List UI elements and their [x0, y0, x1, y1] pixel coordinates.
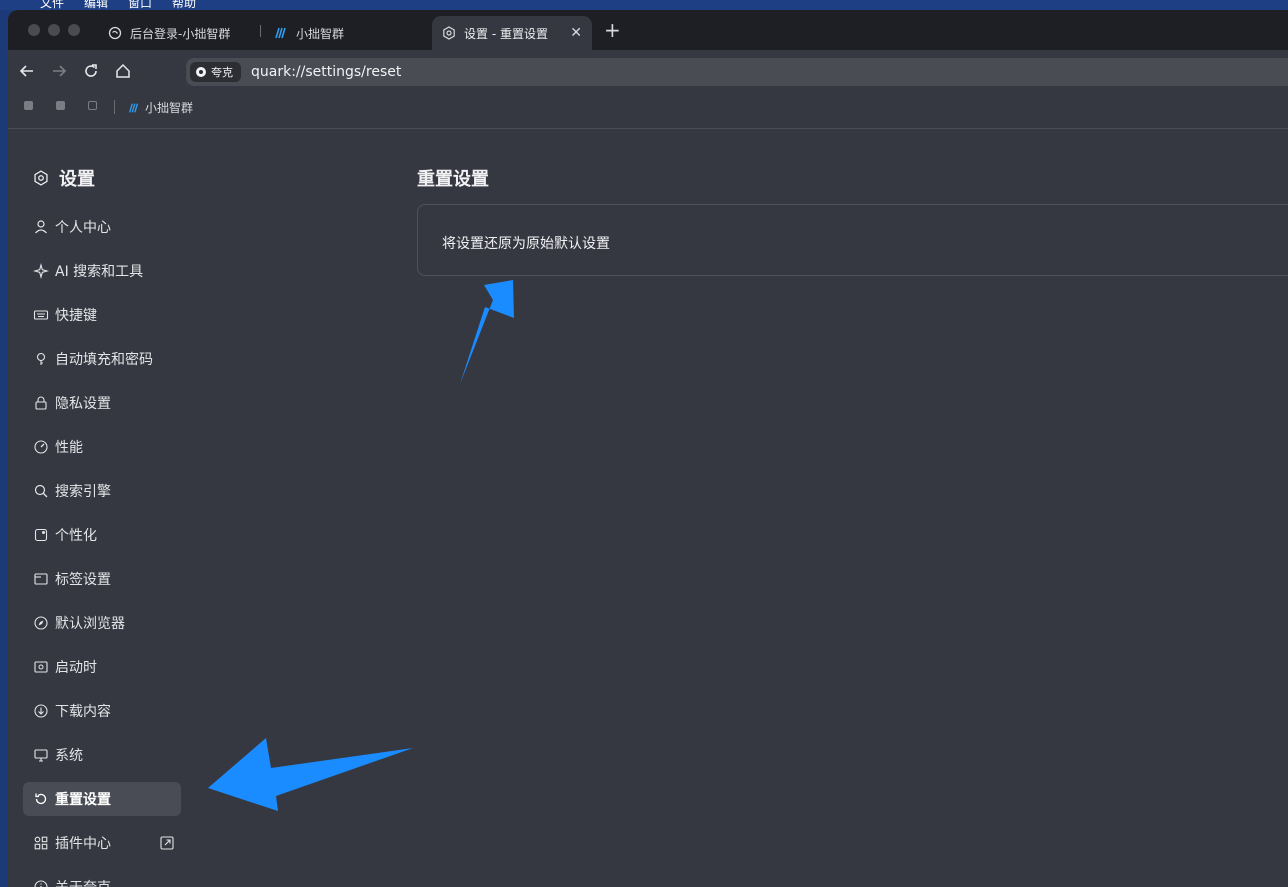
annotation-arrows — [208, 280, 514, 811]
menubar-item[interactable]: 帮助 — [172, 0, 196, 10]
menubar-item[interactable]: 文件 — [40, 0, 64, 10]
macos-menubar: 文件 编辑 窗口 帮助 — [0, 0, 1288, 10]
menubar-item[interactable]: 窗口 — [128, 0, 152, 10]
browser-window: 后台登录-小拙智群 小拙智群 设置 - 重置设置 ✕ + 夸克 quark://… — [8, 10, 1288, 887]
arrow-to-card — [460, 280, 514, 384]
menubar-item[interactable]: 编辑 — [84, 0, 108, 10]
arrow-to-reset-item — [208, 738, 413, 811]
